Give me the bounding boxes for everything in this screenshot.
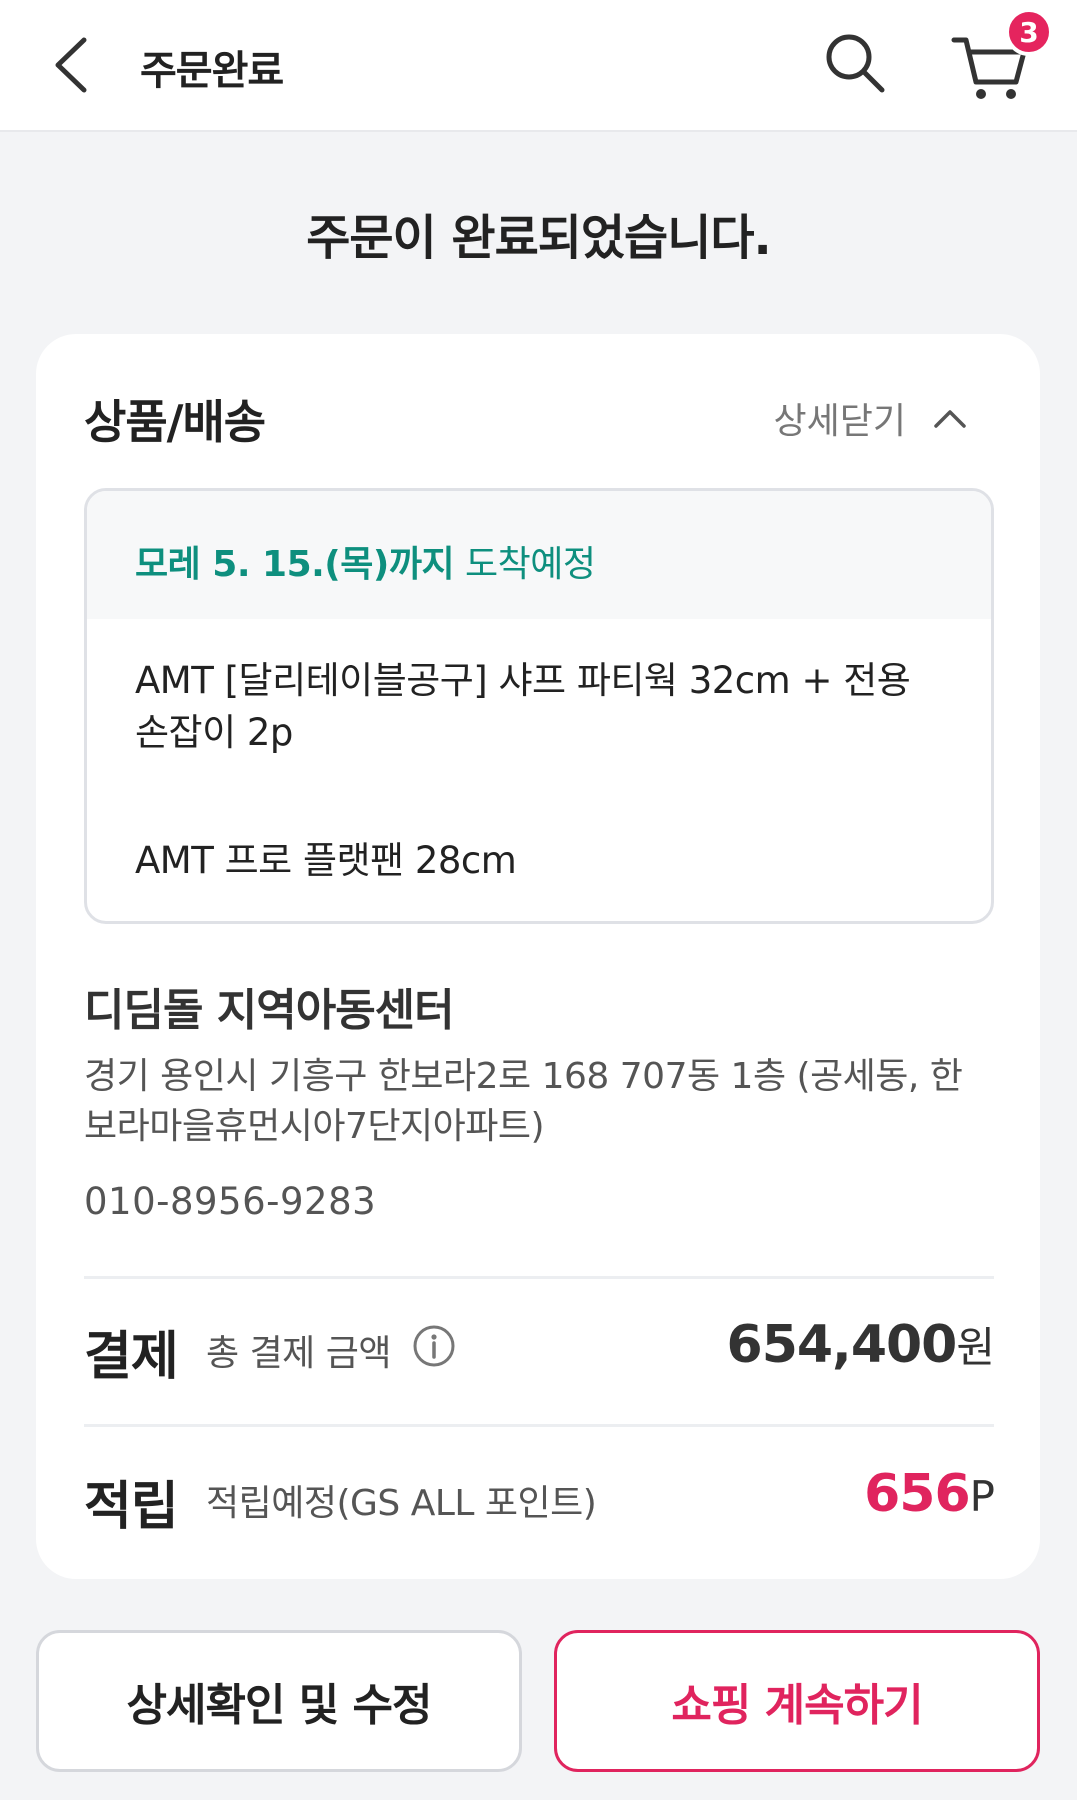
divider (84, 1276, 994, 1279)
page-title: 주문완료 (140, 48, 284, 94)
info-icon[interactable] (412, 1324, 456, 1368)
product-item: AMT [달리테이블공구] 샤프 파티웍 32cm + 전용 손잡이 2p (135, 659, 911, 754)
search-icon (826, 34, 885, 93)
continue-shopping-button[interactable]: 쇼핑 계속하기 (554, 1630, 1040, 1772)
product-list-box: 모레 5. 15.(목)까지 도착예정 AMT [달리테이블공구] 샤프 파티웍… (84, 488, 994, 924)
order-summary-card: 상품/배송 상세닫기 모레 5. 15.(목)까지 도착예정 AMT [달리테이… (36, 334, 1040, 1579)
payment-unit: 원 (956, 1323, 995, 1372)
delivery-address: 경기 용인시 기흥구 한보라2로 168 707동 1층 (공세동, 한보라마을… (84, 1056, 963, 1147)
points-amount-value: 656 (864, 1464, 971, 1524)
order-complete-message: 주문이 완료되었습니다. (306, 210, 772, 266)
arrival-date: 모레 5. 15.(목)까지 (135, 544, 455, 585)
chevron-up-icon (934, 410, 966, 428)
arrival-suffix: 도착예정 (454, 544, 596, 585)
chevron-left-icon (55, 37, 87, 93)
top-app-bar: 주문완료 3 (0, 0, 1077, 132)
recipient-phone: 010-8956-9283 (84, 1180, 377, 1223)
payment-amount-value: 654,400 (726, 1315, 958, 1375)
payment-label: 결제 (84, 1327, 179, 1387)
shipping-section-title: 상품/배송 (84, 395, 266, 449)
search-button[interactable] (820, 28, 890, 98)
detail-edit-button[interactable]: 상세확인 및 수정 (36, 1630, 522, 1772)
arrival-estimate: 모레 5. 15.(목)까지 도착예정 (87, 491, 991, 619)
recipient-name: 디딤돌 지역아동센터 (84, 985, 455, 1036)
detail-toggle-label: 상세닫기 (773, 401, 906, 442)
points-unit: P (969, 1472, 995, 1521)
points-amount: 656P (864, 1464, 995, 1524)
points-sub-label: 적립예정(GS ALL 포인트) (206, 1483, 597, 1524)
cart-count-badge: 3 (1005, 8, 1053, 56)
divider (84, 1424, 994, 1427)
total-payment-amount: 654,400원 (726, 1314, 995, 1375)
payment-sub-label: 총 결제 금액 (206, 1333, 392, 1374)
detail-close-toggle[interactable]: 상세닫기 (774, 392, 970, 444)
points-label: 적립 (84, 1477, 179, 1537)
back-button[interactable] (40, 30, 110, 100)
product-item: AMT 프로 플랫팬 28cm (135, 839, 517, 882)
